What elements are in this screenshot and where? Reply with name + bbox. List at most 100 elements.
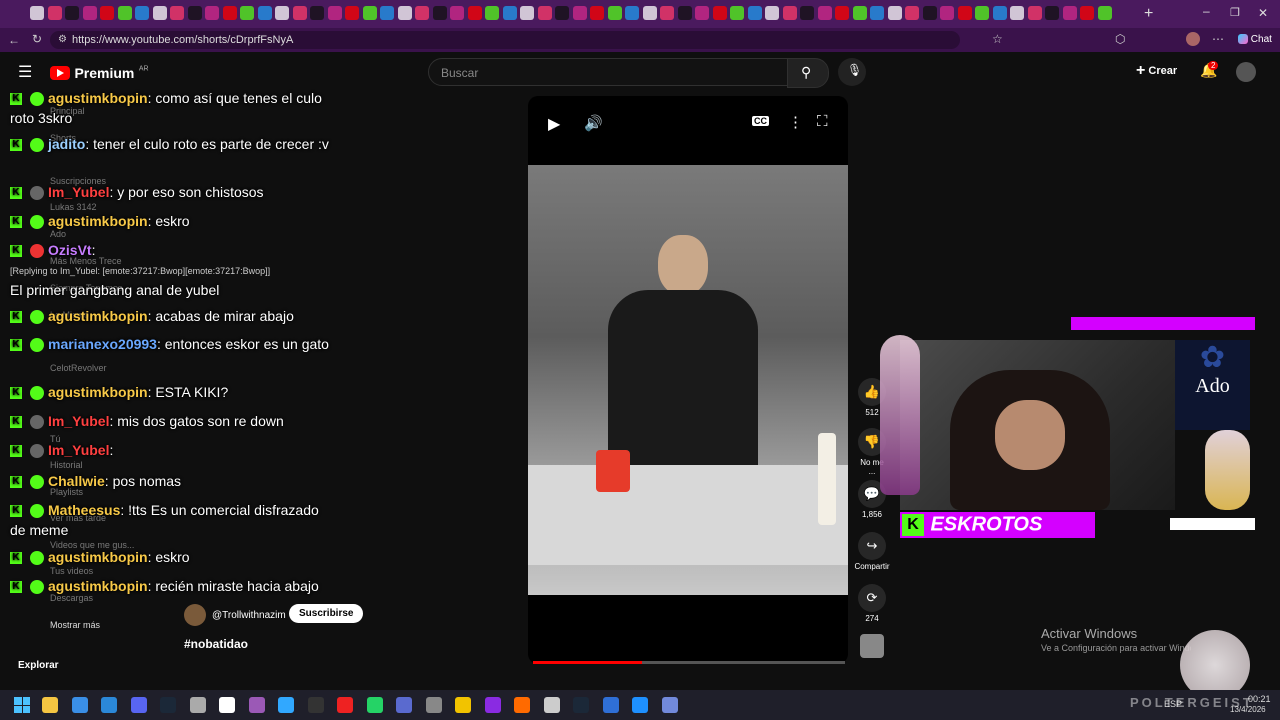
subscribe-button[interactable]: Suscribirse bbox=[289, 604, 364, 623]
favorite-icon[interactable]: ☆ bbox=[992, 32, 1003, 46]
browser-tab[interactable] bbox=[275, 6, 289, 20]
taskbar-app-icon[interactable] bbox=[366, 697, 383, 713]
taskbar-app-icon[interactable] bbox=[484, 697, 501, 713]
channel-handle[interactable]: @Trollwithnazim bbox=[212, 610, 286, 621]
browser-tab[interactable] bbox=[1062, 6, 1077, 20]
browser-tab[interactable] bbox=[432, 6, 447, 20]
browser-tab[interactable] bbox=[327, 6, 342, 20]
browser-tab[interactable] bbox=[1080, 6, 1094, 20]
browser-tab[interactable] bbox=[135, 6, 149, 20]
close-window-icon[interactable]: ✕ bbox=[1258, 6, 1268, 20]
browser-tab[interactable] bbox=[922, 6, 937, 20]
browser-tab[interactable] bbox=[957, 6, 972, 20]
browser-tab[interactable] bbox=[537, 6, 552, 20]
taskbar-app-icon[interactable] bbox=[278, 697, 294, 713]
browser-tab[interactable] bbox=[257, 6, 272, 20]
browser-tab[interactable] bbox=[730, 6, 744, 20]
taskbar-app-icon[interactable] bbox=[602, 697, 619, 713]
taskbar-app-icon[interactable] bbox=[71, 697, 88, 713]
progress-bar[interactable] bbox=[533, 661, 845, 664]
browser-tab[interactable] bbox=[625, 6, 639, 20]
minimize-window-icon[interactable]: – bbox=[1203, 4, 1210, 18]
taskbar-app-icon[interactable] bbox=[573, 697, 589, 713]
browser-tab[interactable] bbox=[1027, 6, 1042, 20]
browser-tab[interactable] bbox=[520, 6, 534, 20]
browser-tab[interactable] bbox=[887, 6, 902, 20]
profile-avatar[interactable] bbox=[1186, 32, 1200, 46]
browser-tab[interactable] bbox=[450, 6, 464, 20]
reload-icon[interactable]: ↻ bbox=[32, 32, 42, 46]
browser-tab[interactable] bbox=[940, 6, 954, 20]
remix-action[interactable]: ⟳ 274 bbox=[858, 584, 886, 623]
browser-tab[interactable] bbox=[677, 6, 692, 20]
sidebar-item[interactable]: Historial bbox=[50, 460, 83, 470]
url-field[interactable]: https://www.youtube.com/shorts/cDrprfFsN… bbox=[50, 31, 960, 49]
browser-tab[interactable] bbox=[415, 6, 429, 20]
taskbar-app-icon[interactable] bbox=[455, 697, 471, 713]
browser-tab[interactable] bbox=[47, 6, 62, 20]
browser-tab[interactable] bbox=[100, 6, 114, 20]
browser-tab[interactable] bbox=[747, 6, 762, 20]
taskbar-app-icon[interactable] bbox=[248, 697, 265, 713]
browser-tab[interactable] bbox=[765, 6, 779, 20]
taskbar-app-icon[interactable] bbox=[514, 697, 530, 713]
taskbar-app-icon[interactable] bbox=[189, 697, 206, 713]
taskbar-app-icon[interactable] bbox=[543, 697, 560, 713]
browser-tab[interactable] bbox=[1010, 6, 1024, 20]
browser-tab[interactable] bbox=[817, 6, 832, 20]
browser-tab[interactable] bbox=[187, 6, 202, 20]
browser-tab[interactable] bbox=[380, 6, 394, 20]
browser-tab[interactable] bbox=[30, 6, 44, 20]
browser-tab[interactable] bbox=[485, 6, 499, 20]
browser-tab[interactable] bbox=[607, 6, 622, 20]
browser-tab[interactable] bbox=[1097, 6, 1112, 20]
browser-tab[interactable] bbox=[835, 6, 849, 20]
browser-tab[interactable] bbox=[82, 6, 97, 20]
browser-tab[interactable] bbox=[205, 6, 219, 20]
taskbar-app-icon[interactable] bbox=[661, 697, 678, 713]
search-button[interactable]: ⚲ bbox=[787, 58, 829, 88]
browser-tab[interactable] bbox=[502, 6, 517, 20]
browser-tab[interactable] bbox=[292, 6, 307, 20]
browser-tab[interactable] bbox=[975, 6, 989, 20]
new-tab-button[interactable]: + bbox=[1144, 5, 1153, 23]
taskbar-app-icon[interactable] bbox=[101, 697, 117, 713]
browser-tab[interactable] bbox=[590, 6, 604, 20]
taskbar-app-icon[interactable] bbox=[425, 697, 442, 713]
browser-tab[interactable] bbox=[800, 6, 814, 20]
browser-tab[interactable] bbox=[222, 6, 237, 20]
site-info-icon[interactable]: ⚙ bbox=[58, 34, 67, 45]
browser-tab[interactable] bbox=[345, 6, 359, 20]
menu-hamburger-icon[interactable]: ☰ bbox=[18, 62, 32, 82]
browser-tab[interactable] bbox=[712, 6, 727, 20]
play-icon[interactable]: ▶ bbox=[548, 114, 560, 134]
browser-tab[interactable] bbox=[555, 6, 569, 20]
browser-tab[interactable] bbox=[362, 6, 377, 20]
taskbar-app-icon[interactable] bbox=[396, 697, 412, 713]
more-menu-icon[interactable]: ⋯ bbox=[1212, 32, 1224, 46]
windows-start-icon[interactable] bbox=[14, 697, 30, 713]
fullscreen-icon[interactable]: ⛶ bbox=[817, 113, 828, 130]
share-action[interactable]: ↪ Compartir bbox=[852, 532, 892, 571]
taskbar-app-icon[interactable] bbox=[307, 697, 324, 713]
audio-thumbnail[interactable] bbox=[860, 634, 884, 658]
browser-tab[interactable] bbox=[467, 6, 482, 20]
browser-tab[interactable] bbox=[572, 6, 587, 20]
volume-icon[interactable]: 🔊 bbox=[584, 114, 603, 132]
browser-tab[interactable] bbox=[852, 6, 867, 20]
more-options-icon[interactable]: ⋮ bbox=[788, 113, 803, 131]
sidebar-item[interactable]: Mostrar más bbox=[50, 620, 100, 630]
sidebar-item[interactable]: Tus videos bbox=[50, 566, 93, 576]
voice-search-button[interactable]: 🎙 bbox=[838, 58, 866, 86]
maximize-window-icon[interactable]: ❐ bbox=[1230, 6, 1240, 19]
browser-tab[interactable] bbox=[1045, 6, 1059, 20]
captions-icon[interactable]: CC bbox=[752, 116, 769, 126]
browser-tab[interactable] bbox=[905, 6, 919, 20]
back-icon[interactable]: ← bbox=[8, 33, 20, 47]
taskbar-app-icon[interactable] bbox=[337, 697, 353, 713]
taskbar-app-icon[interactable] bbox=[160, 697, 176, 713]
browser-tab[interactable] bbox=[152, 6, 167, 20]
taskbar-app-icon[interactable] bbox=[632, 697, 648, 713]
browser-tab[interactable] bbox=[870, 6, 884, 20]
youtube-logo[interactable]: Premium AR bbox=[50, 64, 149, 82]
